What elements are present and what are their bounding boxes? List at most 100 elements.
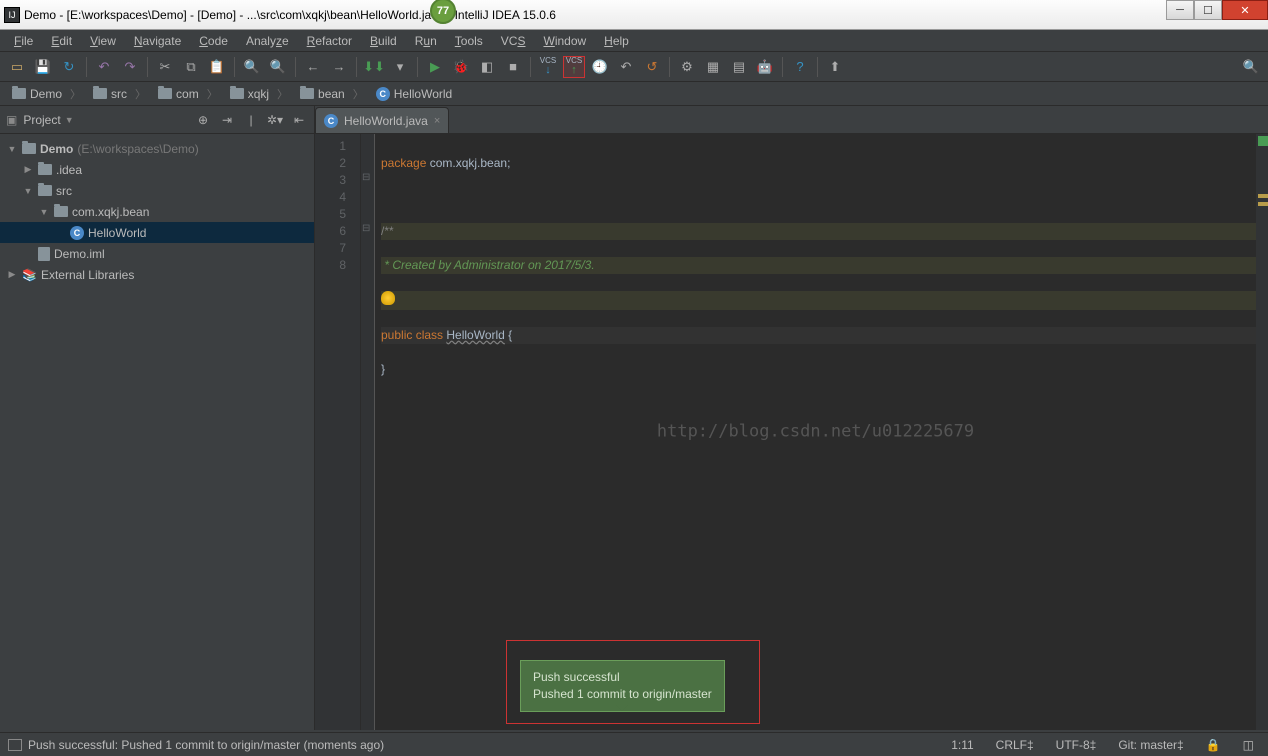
copy-icon[interactable]: ⧉: [180, 56, 202, 78]
stop-icon[interactable]: ■: [502, 56, 524, 78]
find-icon[interactable]: 🔍: [241, 56, 263, 78]
maximize-button[interactable]: ☐: [1194, 0, 1222, 20]
breadcrumb-item[interactable]: src: [87, 86, 152, 102]
android-icon[interactable]: 🤖: [754, 56, 776, 78]
menu-edit[interactable]: Edit: [43, 32, 80, 50]
editor-tab[interactable]: C HelloWorld.java ×: [315, 107, 449, 133]
breadcrumb-item[interactable]: com: [152, 86, 224, 102]
breadcrumb-label: com: [176, 87, 199, 101]
breadcrumb-label: src: [111, 87, 127, 101]
menu-navigate[interactable]: Navigate: [126, 32, 189, 50]
fold-column[interactable]: ⊟ ⊟: [361, 134, 375, 730]
menu-help[interactable]: Help: [596, 32, 637, 50]
replace-icon[interactable]: 🔍: [267, 56, 289, 78]
tree-twisty-icon[interactable]: ▶: [22, 164, 34, 175]
scroll-from-source-icon[interactable]: ⊕: [194, 111, 212, 129]
menu-vcs[interactable]: VCS: [493, 32, 534, 50]
tree-label: com.xqkj.bean: [72, 205, 149, 219]
tree-twisty-icon[interactable]: ▼: [6, 144, 18, 154]
breadcrumb-item[interactable]: CHelloWorld: [370, 87, 466, 101]
tree-label: Demo.iml: [54, 247, 105, 261]
tree-item[interactable]: ▶.idea: [0, 159, 314, 180]
tree-item[interactable]: ▼Demo (E:\workspaces\Demo): [0, 138, 314, 159]
line-separator[interactable]: CRLF‡: [990, 738, 1040, 752]
vcs-commit-icon[interactable]: VCS↑: [563, 56, 585, 78]
vcs-update-icon[interactable]: VCS↓: [537, 56, 559, 78]
minimize-button[interactable]: ─: [1166, 0, 1194, 20]
code-editor[interactable]: package com.xqkj.bean; /** * Created by …: [375, 134, 1256, 730]
sidebar-title[interactable]: Project ▼: [23, 113, 188, 127]
tree-item[interactable]: ▼ com.xqkj.bean: [0, 201, 314, 222]
git-branch[interactable]: Git: master‡: [1112, 738, 1189, 752]
help-icon[interactable]: ?: [789, 56, 811, 78]
collapse-all-icon[interactable]: ⇥: [218, 111, 236, 129]
tree-twisty-icon[interactable]: ▼: [38, 207, 50, 217]
folder-icon: [230, 88, 244, 99]
forward-icon[interactable]: →: [328, 56, 350, 78]
push-notification[interactable]: Push successful Pushed 1 commit to origi…: [520, 660, 725, 712]
make-icon[interactable]: ⬇⬇: [363, 56, 385, 78]
tree-twisty-icon[interactable]: ▶: [6, 269, 18, 280]
folder-icon: [54, 206, 68, 217]
project-structure-icon[interactable]: ▦: [702, 56, 724, 78]
breadcrumb-item[interactable]: bean: [294, 86, 370, 102]
settings-gear-icon[interactable]: ✲▾: [266, 111, 284, 129]
undo-commit-icon[interactable]: ↺: [641, 56, 663, 78]
open-icon[interactable]: ▭: [6, 56, 28, 78]
menu-analyze[interactable]: Analyze: [238, 32, 297, 50]
file-encoding[interactable]: UTF-8‡: [1050, 738, 1103, 752]
status-icon[interactable]: [8, 739, 22, 751]
file-icon: [38, 247, 50, 261]
close-button[interactable]: ✕: [1222, 0, 1268, 20]
paste-icon[interactable]: 📋: [206, 56, 228, 78]
history-icon[interactable]: 🕘: [589, 56, 611, 78]
menu-file[interactable]: File: [6, 32, 41, 50]
coverage-icon[interactable]: ◧: [476, 56, 498, 78]
breadcrumb-item[interactable]: xqkj: [224, 86, 294, 102]
app-icon: IJ: [4, 7, 20, 23]
menu-code[interactable]: Code: [191, 32, 236, 50]
line-gutter[interactable]: 12345678: [315, 134, 361, 730]
cut-icon[interactable]: ✂: [154, 56, 176, 78]
menu-view[interactable]: View: [82, 32, 124, 50]
tree-twisty-icon[interactable]: ▼: [22, 186, 34, 196]
intention-bulb-icon[interactable]: [381, 291, 395, 305]
revert-icon[interactable]: ↶: [615, 56, 637, 78]
tree-label: External Libraries: [41, 268, 134, 282]
search-everywhere-icon[interactable]: 🔍: [1240, 56, 1262, 78]
tree-item[interactable]: ▼ src: [0, 180, 314, 201]
debug-icon[interactable]: 🐞: [450, 56, 472, 78]
redo-icon[interactable]: ↷: [119, 56, 141, 78]
settings-icon[interactable]: ⚙: [676, 56, 698, 78]
lock-icon[interactable]: 🔒: [1200, 738, 1227, 752]
cursor-position[interactable]: 1:11: [945, 738, 979, 752]
sdk-icon[interactable]: ▤: [728, 56, 750, 78]
breadcrumb-item[interactable]: Demo: [6, 86, 87, 102]
save-icon[interactable]: 💾: [32, 56, 54, 78]
tree-item[interactable]: ▶📚External Libraries: [0, 264, 314, 285]
close-tab-icon[interactable]: ×: [434, 115, 440, 127]
menu-run[interactable]: Run: [407, 32, 445, 50]
error-stripe[interactable]: [1256, 134, 1268, 730]
menu-window[interactable]: Window: [535, 32, 594, 50]
run-icon[interactable]: ▶: [424, 56, 446, 78]
inspector-icon[interactable]: ◫: [1237, 738, 1260, 752]
sync-icon[interactable]: ↻: [58, 56, 80, 78]
deploy-icon[interactable]: ⬆: [824, 56, 846, 78]
run-config-dropdown[interactable]: ▾: [389, 56, 411, 78]
folder-icon: [22, 143, 36, 154]
class-icon: C: [70, 226, 84, 240]
menu-build[interactable]: Build: [362, 32, 405, 50]
menu-tools[interactable]: Tools: [447, 32, 491, 50]
back-icon[interactable]: ←: [302, 56, 324, 78]
undo-icon[interactable]: ↶: [93, 56, 115, 78]
project-tree[interactable]: ▼Demo (E:\workspaces\Demo)▶.idea ▼ src ▼ com…: [0, 134, 314, 730]
separator: [530, 57, 531, 77]
tree-label: src: [56, 184, 72, 198]
hide-icon[interactable]: ⇤: [290, 111, 308, 129]
project-tool-icon: ▣: [6, 113, 17, 127]
tree-label: HelloWorld: [88, 226, 146, 240]
tree-item[interactable]: C HelloWorld: [0, 222, 314, 243]
menu-refactor[interactable]: Refactor: [299, 32, 360, 50]
tree-item[interactable]: Demo.iml: [0, 243, 314, 264]
